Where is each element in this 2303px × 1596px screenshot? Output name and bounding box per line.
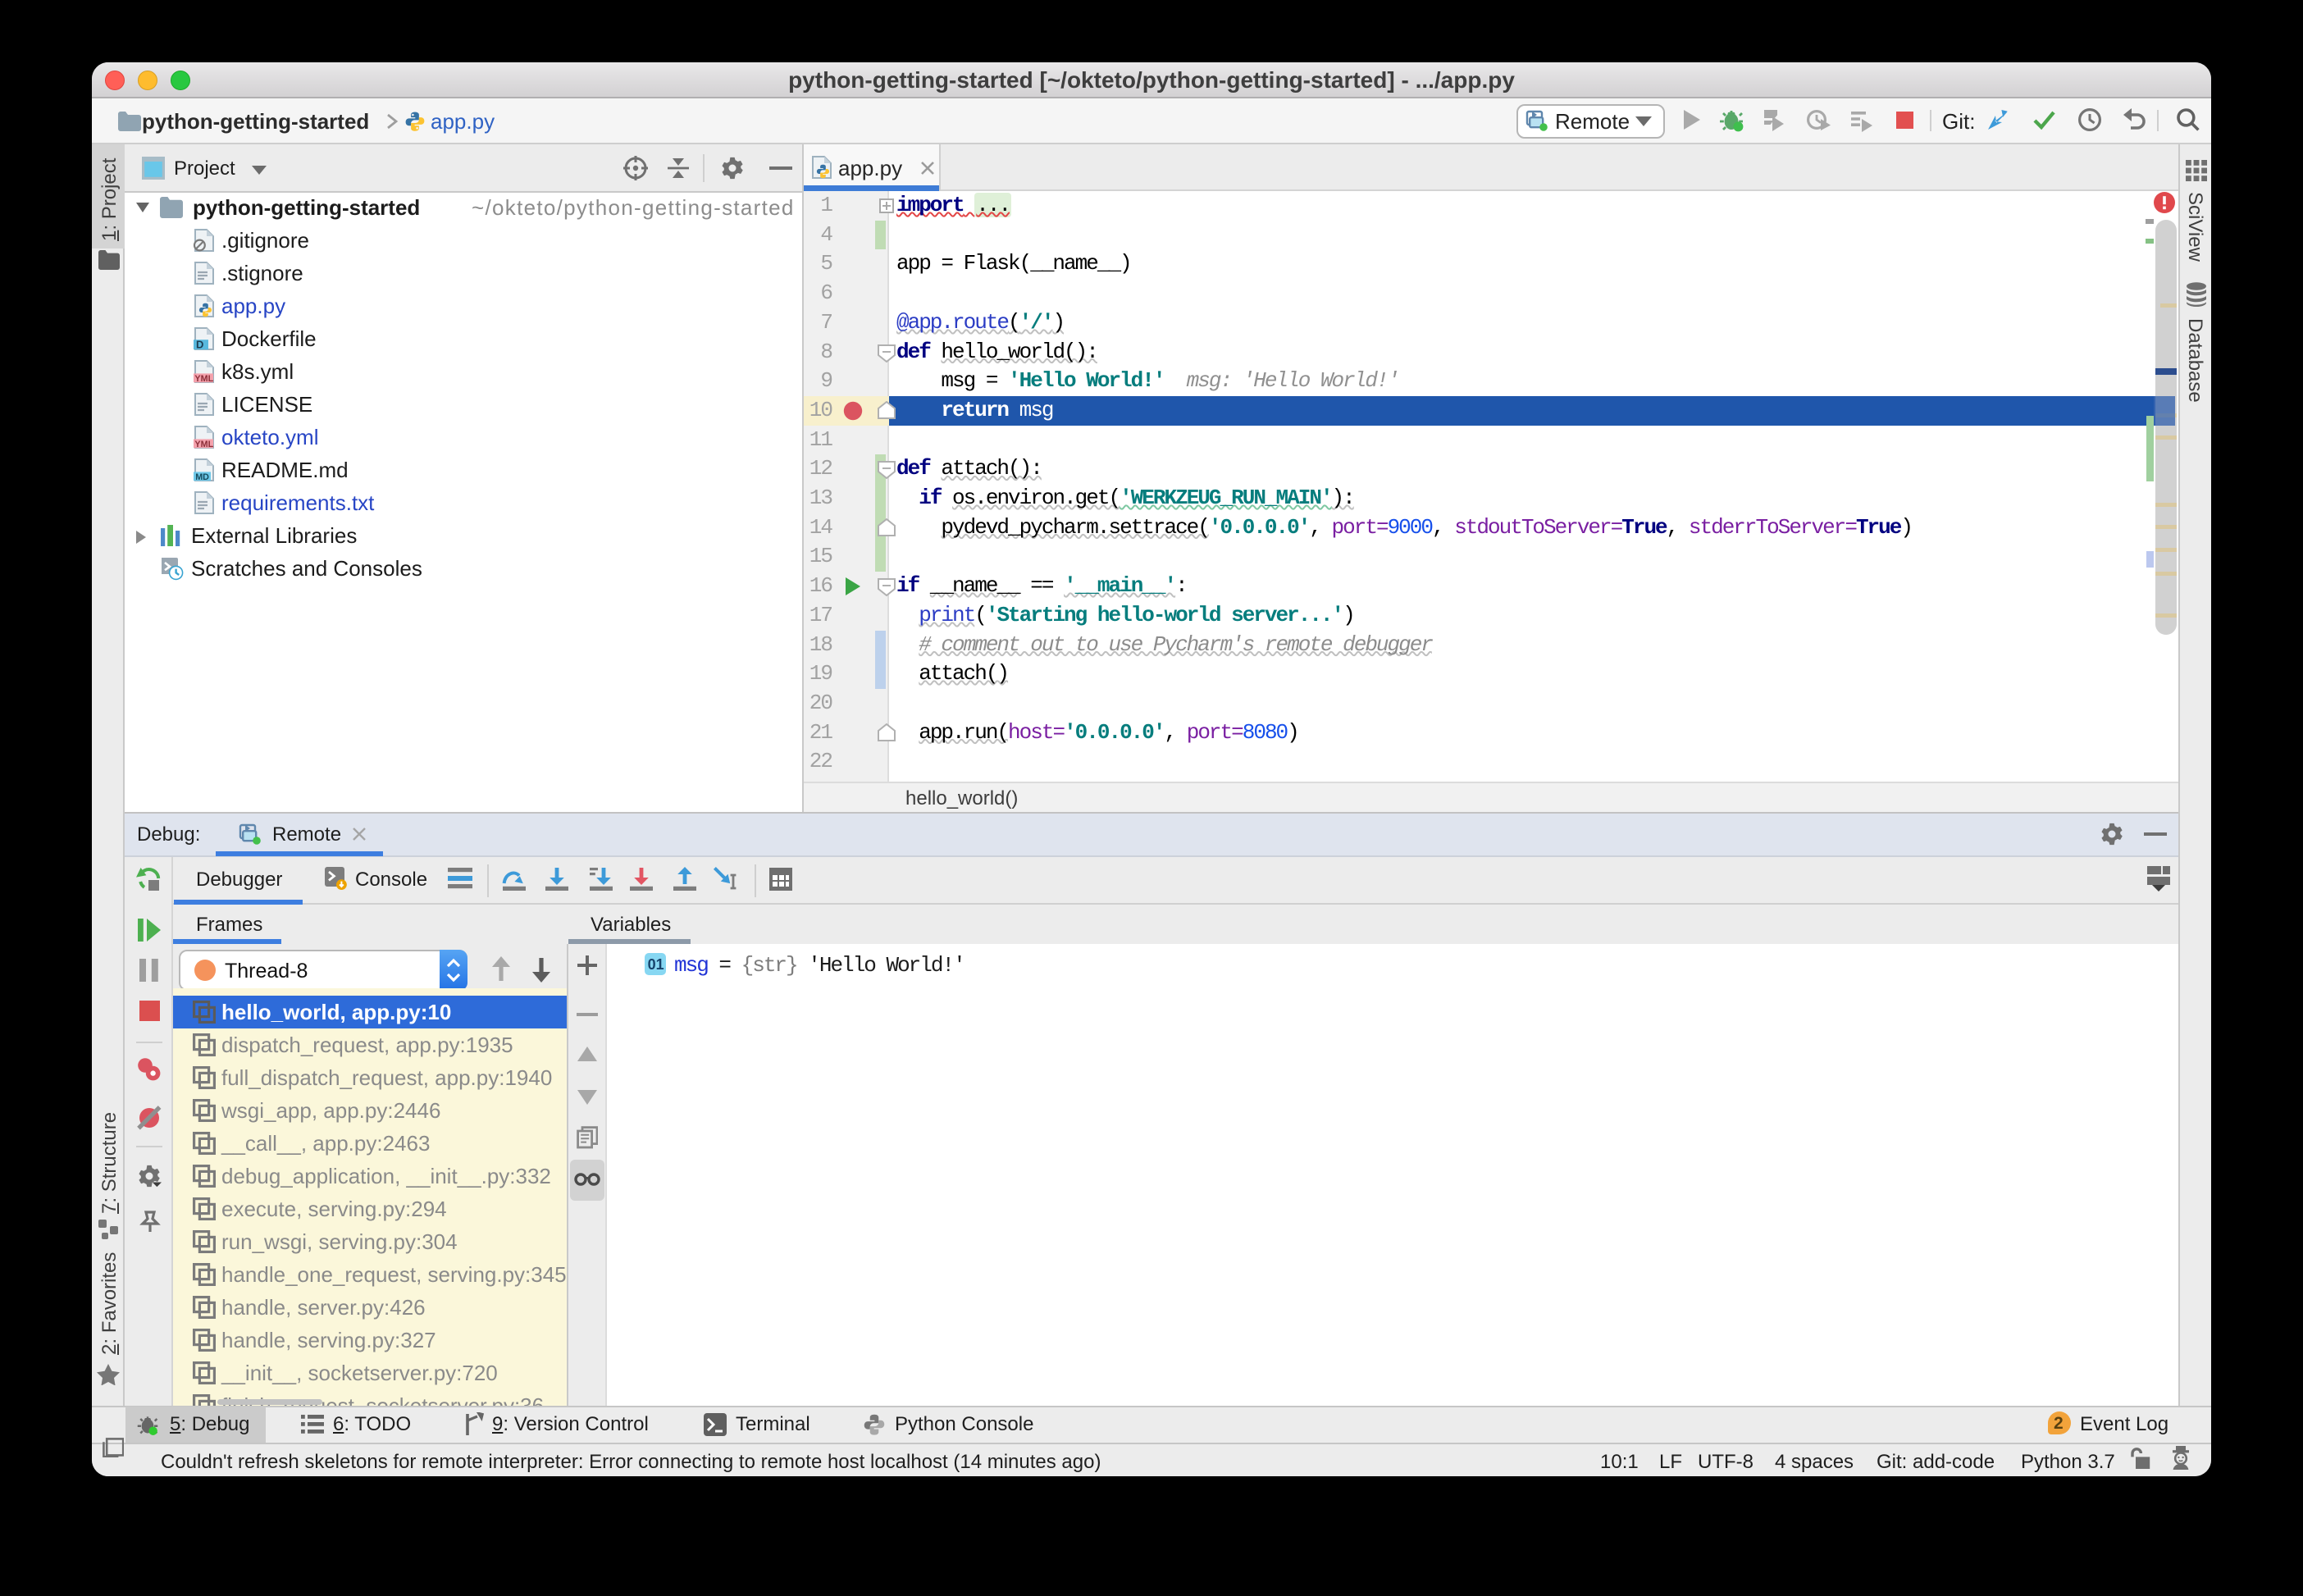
svg-text:YML: YML	[194, 440, 213, 449]
svg-text:D: D	[196, 339, 203, 350]
svg-text:MD: MD	[195, 472, 209, 481]
svg-text:YML: YML	[194, 374, 213, 383]
